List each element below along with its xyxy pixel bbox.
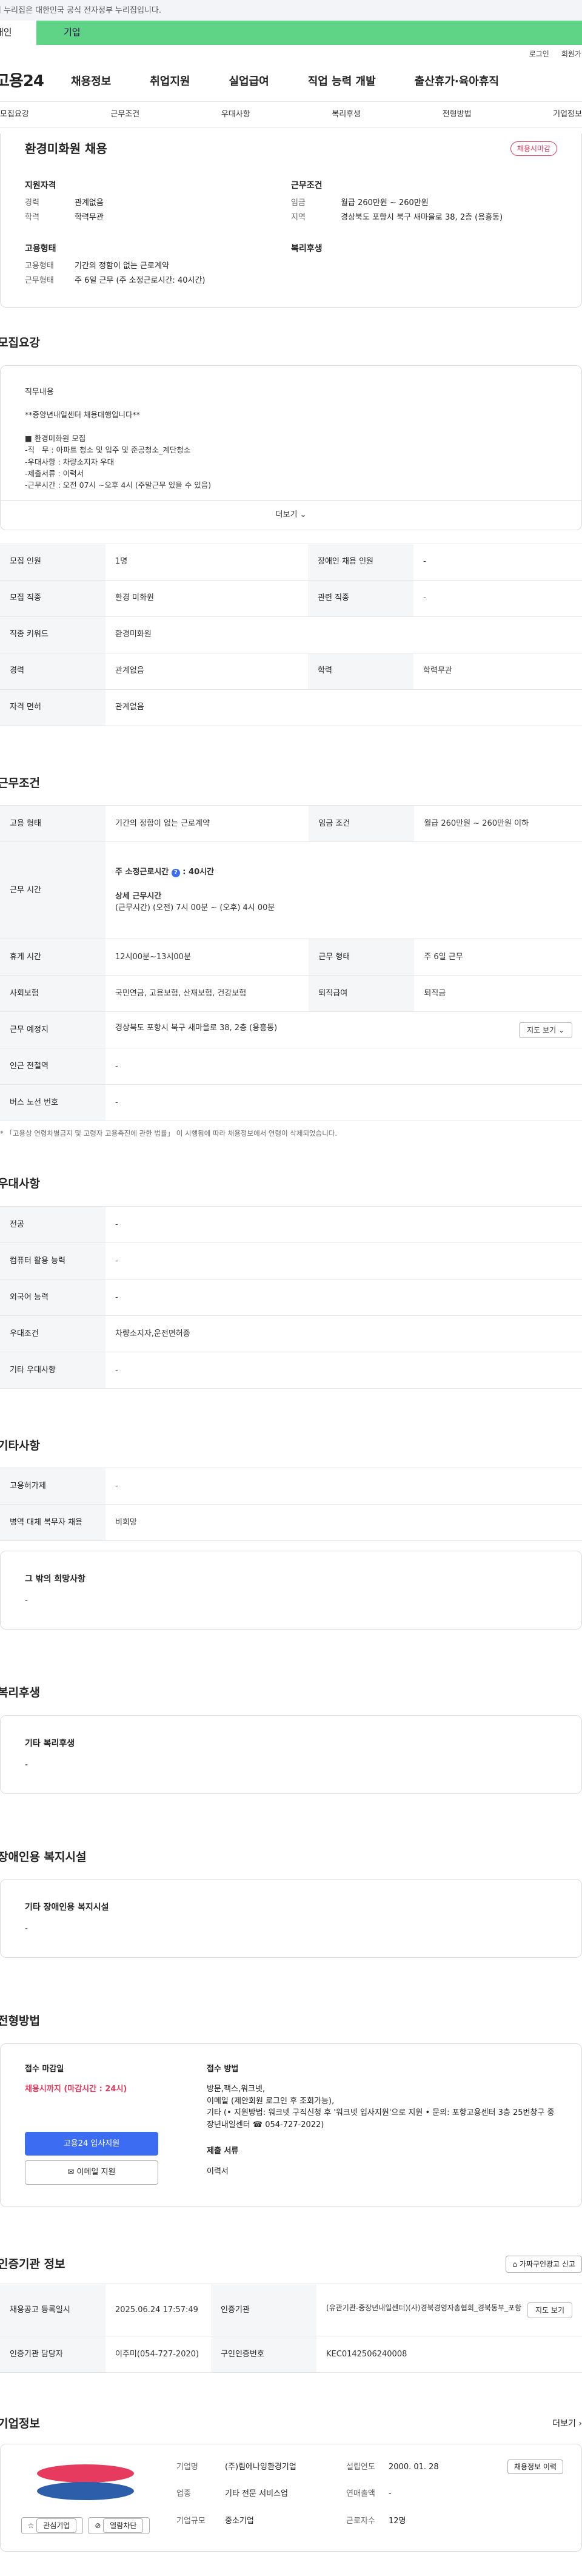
etc-card: 그 밖의 희망사항 - — [0, 1551, 582, 1630]
more-button[interactable]: 더보기 ⌄ — [1, 500, 581, 530]
cert-map-button[interactable]: 지도 보기 — [527, 2302, 572, 2318]
job-title: 환경미화원 채용 — [25, 141, 107, 156]
mail-icon: ✉ — [67, 2168, 75, 2177]
cert-table: 채용공고 등록일시 2025.06.24 17:57:49 인증기관 (유관기관-중장… — [0, 2284, 582, 2373]
gnb-menu: 채용정보 취업지원 실업급여 직업 능력 개발 출산휴가·육아휴직 — [71, 73, 499, 90]
mode-tabs: 개인 기업 — [0, 21, 582, 45]
table-row: 전공 - — [0, 1205, 582, 1243]
gnb-item-training[interactable]: 직업 능력 개발 — [308, 73, 376, 90]
table-row: 외국어 능력 - — [0, 1279, 582, 1316]
chevron-down-icon: ⌄ — [299, 510, 307, 519]
work-table: 고용 형태 기간의 정함이 없는 근로계약 임금 조건 월급 260만원 ~ 260만… — [0, 805, 582, 1121]
global-nav: 고용24 채용정보 취업지원 실업급여 직업 능력 개발 출산휴가·육아휴직 — [0, 62, 582, 102]
home-icon: ⌂ — [512, 2260, 518, 2268]
disabled-title: 장애인용 복지시설 — [0, 1850, 87, 1864]
signup-link[interactable]: 회원가입 — [561, 49, 582, 58]
summary-conditions: 근무조건 임금 월급 260만원 ~ 260만원 지역 경상북도 포항시 북구 새마… — [291, 181, 503, 222]
summary-qualification: 지원자격 경력 관계없음 학력 학력무관 — [25, 181, 104, 222]
work-title: 근무조건 — [0, 776, 40, 790]
table-row: 휴게 시간 12시00분~13시00분 근무 형태 주 6일 근무 — [0, 939, 582, 976]
table-row: 직종 키워드 환경미화원 — [0, 616, 582, 653]
map-button[interactable]: 지도 보기 ⌄ — [519, 1022, 572, 1038]
site-logo[interactable]: 고용24 — [0, 70, 71, 93]
tab-preference[interactable]: 우대사항 — [221, 109, 250, 121]
recruit-table: 모집 인원 1명 장애인 채용 인원 - 모집 직종 환경 미화원 관련 직종 - 직종 키… — [0, 543, 582, 726]
table-row: 사회보험 국민연금, 고용보험, 산재보험, 건강보험 퇴직급여 퇴직금 — [0, 975, 582, 1012]
tab-conditions[interactable]: 근무조건 — [110, 109, 139, 121]
tab-company[interactable]: 기업 — [36, 21, 582, 45]
login-link[interactable]: 로그인 — [529, 49, 549, 58]
apply-button[interactable]: 고용24 입사지원 — [25, 2131, 158, 2156]
block-button[interactable]: ⊘ 열람차단 — [88, 2517, 150, 2534]
job-description-text: **중앙년내일센터 채용대행입니다** ■ 환경미화원 모집 -직 무 : 아파… — [25, 410, 212, 490]
cert-title: 인증기관 정보 — [0, 2257, 65, 2271]
job-title-row: 환경미화원 채용 채용시마감 — [25, 140, 557, 158]
table-row: 인증기관 담당자 이주미(054-727-2020) 구인인증번호 KEC014250… — [0, 2336, 582, 2373]
report-button[interactable]: ⌂ 가짜구인광고 신고 — [506, 2256, 582, 2273]
tab-personal[interactable]: 개인 — [0, 21, 32, 45]
table-row: 모집 직종 환경 미화원 관련 직종 - — [0, 580, 582, 617]
apply-card: 접수 마감일 채용시까지 (마감시간 : 24시) 고용24 입사지원 ✉ 이메… — [0, 2043, 582, 2207]
section-tabs: 모집요강 근무조건 우대사항 복리후생 전형방법 기업정보 — [0, 102, 582, 127]
table-row: 근무 시간 주 소정근로시간 ? : 40시간 상세 근무시간 (근무시간) (… — [0, 841, 582, 939]
job-description: 직무내용 **중앙년내일센터 채용대행입니다** ■ 환경미화원 모집 -직 무… — [0, 365, 582, 530]
table-row: 근무 예정지 경상북도 포항시 북구 새마을로 38, 2층 (용흥동) 지도 보기… — [0, 1011, 582, 1048]
table-row: 버스 노선 번호 - — [0, 1084, 582, 1121]
table-row: 기타 우대사항 - — [0, 1352, 582, 1389]
table-row: 고용 형태 기간의 정함이 없는 근로계약 임금 조건 월급 260만원 ~ 260만… — [0, 805, 582, 842]
table-row: 우대조건 차량소지자,운전면허증 — [0, 1315, 582, 1352]
tab-recruit[interactable]: 모집요강 — [0, 109, 29, 121]
job-summary: 환경미화원 채용 채용시마감 지원자격 경력 관계없음 학력 학력무관 근무조건 임… — [0, 133, 582, 308]
table-row: 채용공고 등록일시 2025.06.24 17:57:49 인증기관 (유관기관-중장… — [0, 2284, 582, 2337]
favorite-button[interactable]: ☆ 관심기업 — [21, 2517, 84, 2534]
job-history-button[interactable]: 채용정보 이력 — [507, 2459, 563, 2474]
welfare-title: 복리후생 — [0, 1686, 40, 1700]
tab-welfare[interactable]: 복리후생 — [332, 109, 361, 121]
etc-table: 고용허가제 - 병역 대체 복무자 채용 비희망 — [0, 1468, 582, 1542]
login-row: 로그인 회원가입 — [0, 45, 582, 62]
company-logo — [25, 2461, 146, 2504]
info-icon[interactable]: ? — [171, 869, 180, 878]
pref-table: 전공 - 컴퓨터 활용 능력 - 외국어 능력 - 우대조건 차량소지자,운전면허증 기… — [0, 1205, 582, 1389]
company-more-link[interactable]: 더보기 › — [552, 2418, 582, 2430]
recruit-title: 모집요강 — [0, 336, 40, 349]
tab-process[interactable]: 전형방법 — [443, 109, 472, 121]
etc-title: 기타사항 — [0, 1438, 40, 1452]
summary-welfare: 복리후생 — [291, 244, 323, 254]
table-row: 모집 인원 1명 장애인 채용 인원 - — [0, 543, 582, 581]
gnb-item-jobs[interactable]: 채용정보 — [71, 73, 111, 90]
email-apply-button[interactable]: ✉ 이메일 지원 — [25, 2160, 158, 2185]
company-info: 기업명 (주)림에나잉환경기업 설립연도 2000. 01. 28 업종 기타 전문 서… — [176, 2462, 439, 2526]
company-title: 기업정보 — [0, 2417, 40, 2431]
table-row: 고용허가제 - — [0, 1468, 582, 1505]
table-row: 자격 면허 관계없음 — [0, 689, 582, 726]
table-row: 컴퓨터 활용 능력 - — [0, 1242, 582, 1280]
gnb-item-leave[interactable]: 출산휴가·육아휴직 — [415, 73, 499, 90]
gnb-item-benefit[interactable]: 실업급여 — [229, 73, 269, 90]
summary-employment: 고용형태 고용형태 기간의 정함이 없는 근로계약 근무형태 주 6일 근무 (주 … — [25, 244, 206, 285]
age-note: * 「고용상 연령차별금지 및 고령자 고용촉진에 관한 법률」 이 시행됨에 … — [0, 1129, 338, 1138]
table-row: 병역 대체 복무자 채용 비희망 — [0, 1504, 582, 1542]
process-title: 전형방법 — [0, 2014, 40, 2028]
pref-title: 우대사항 — [0, 1177, 40, 1191]
gnb-item-support[interactable]: 취업지원 — [150, 73, 190, 90]
table-row: 경력 관계없음 학력 학력무관 — [0, 653, 582, 690]
table-row: 인근 전철역 - — [0, 1048, 582, 1085]
welfare-card: 기타 복리후생 - — [0, 1715, 582, 1794]
tab-company[interactable]: 기업정보 — [553, 109, 582, 121]
gov-banner: 이 누리집은 대한민국 공식 전자정부 누리집입니다. — [0, 0, 582, 21]
company-card: ☆ 관심기업 ⊘ 열람차단 기업명 (주)림에나잉환경기업 설립연도 2000. 01… — [0, 2443, 582, 2552]
disabled-card: 기타 장애인용 복지시설 - — [0, 1879, 582, 1958]
status-badge: 채용시마감 — [510, 141, 557, 156]
